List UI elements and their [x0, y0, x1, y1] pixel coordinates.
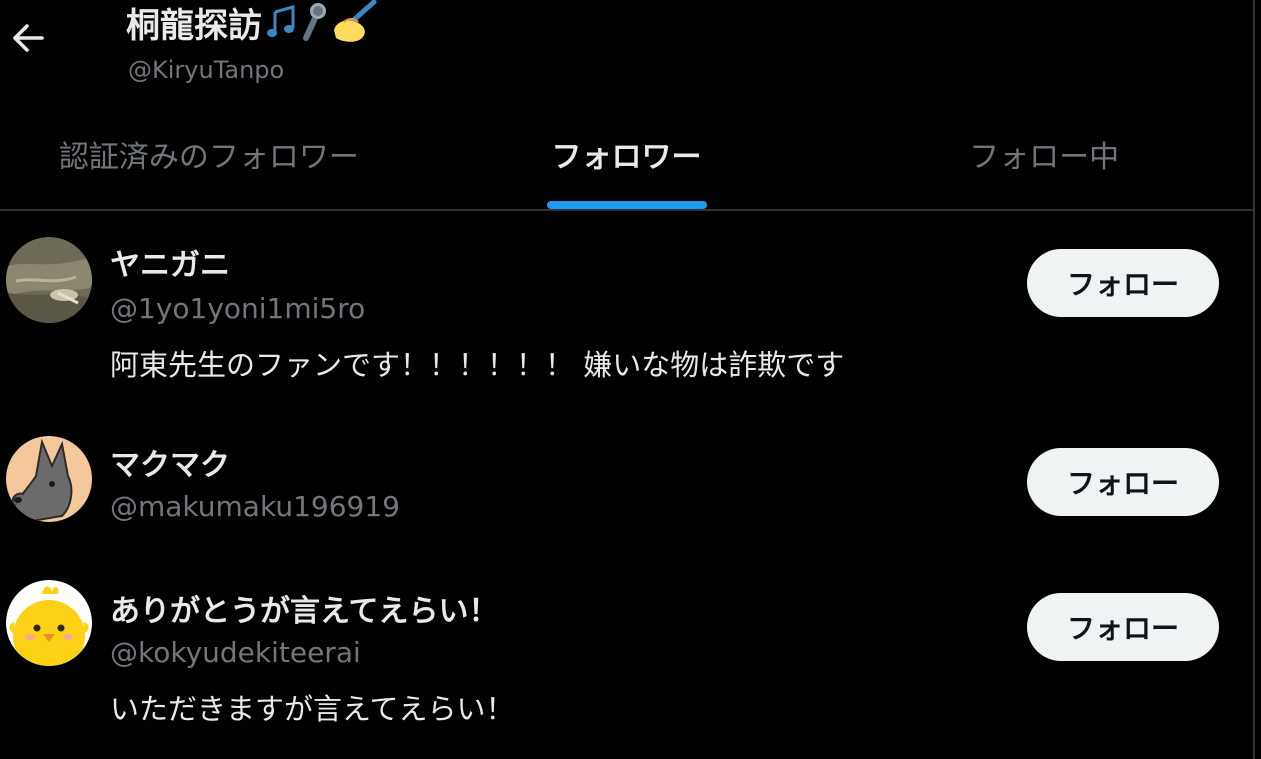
photo-avatar[interactable]	[6, 237, 92, 323]
follow-button[interactable]: フォロー	[1027, 593, 1219, 661]
follower-name[interactable]: ありがとうが言えてえらい！	[110, 586, 499, 630]
follower-row[interactable]: ヤニガニ @1yo1yoni1mi5ro 阿東先生のファンです！！！！！！ 嫌い…	[0, 212, 1253, 408]
follow-button[interactable]: フォロー	[1027, 448, 1219, 516]
tab-verified-followers[interactable]: 認証済みのフォロワー	[0, 112, 418, 210]
writing-hand-icon	[330, 0, 378, 46]
follower-row[interactable]: マクマク @makumaku196919 フォロー	[0, 412, 1253, 562]
follower-handle[interactable]: @makumaku196919	[110, 490, 400, 523]
tab-label: 認証済みのフォロワー	[58, 140, 359, 175]
back-button[interactable]	[4, 12, 52, 64]
follower-handle[interactable]: @1yo1yoni1mi5ro	[110, 292, 365, 325]
follower-bio: 阿東先生のファンです！！！！！！ 嫌いな物は詐欺です	[110, 348, 845, 382]
microphone-icon	[300, 0, 326, 46]
follower-handle[interactable]: @kokyudekiteerai	[110, 636, 361, 669]
profile-display-name: 桐龍探訪	[126, 5, 262, 46]
dog-avatar[interactable]	[6, 436, 92, 522]
tabs-divider	[0, 209, 1253, 211]
tab-following[interactable]: フォロー中	[835, 112, 1253, 210]
follower-row[interactable]: ありがとうが言えてえらい！ @kokyudekiteerai いただきますが言え…	[0, 562, 1253, 759]
page-title: 桐龍探訪	[126, 0, 378, 46]
follower-name[interactable]: マクマク	[110, 440, 230, 484]
followers-page: 桐龍探訪 @KiryuTanpo 認証済みのフォロワー フォロワー フォロー中 …	[0, 0, 1261, 759]
column-border	[1253, 0, 1255, 759]
follow-button[interactable]: フォロー	[1027, 249, 1219, 317]
follower-bio: いただきますが言えてえらい！	[110, 692, 515, 726]
chick-avatar[interactable]	[6, 580, 92, 666]
tab-followers[interactable]: フォロワー	[418, 112, 836, 210]
follower-name[interactable]: ヤニガニ	[110, 240, 230, 284]
profile-handle: @KiryuTanpo	[128, 56, 285, 84]
tab-bar: 認証済みのフォロワー フォロワー フォロー中	[0, 112, 1253, 210]
arrow-left-icon	[13, 24, 44, 52]
notes-icon	[266, 0, 296, 46]
tab-label: フォロー中	[969, 140, 1120, 175]
active-tab-indicator	[546, 201, 707, 209]
tab-label: フォロワー	[551, 140, 702, 175]
